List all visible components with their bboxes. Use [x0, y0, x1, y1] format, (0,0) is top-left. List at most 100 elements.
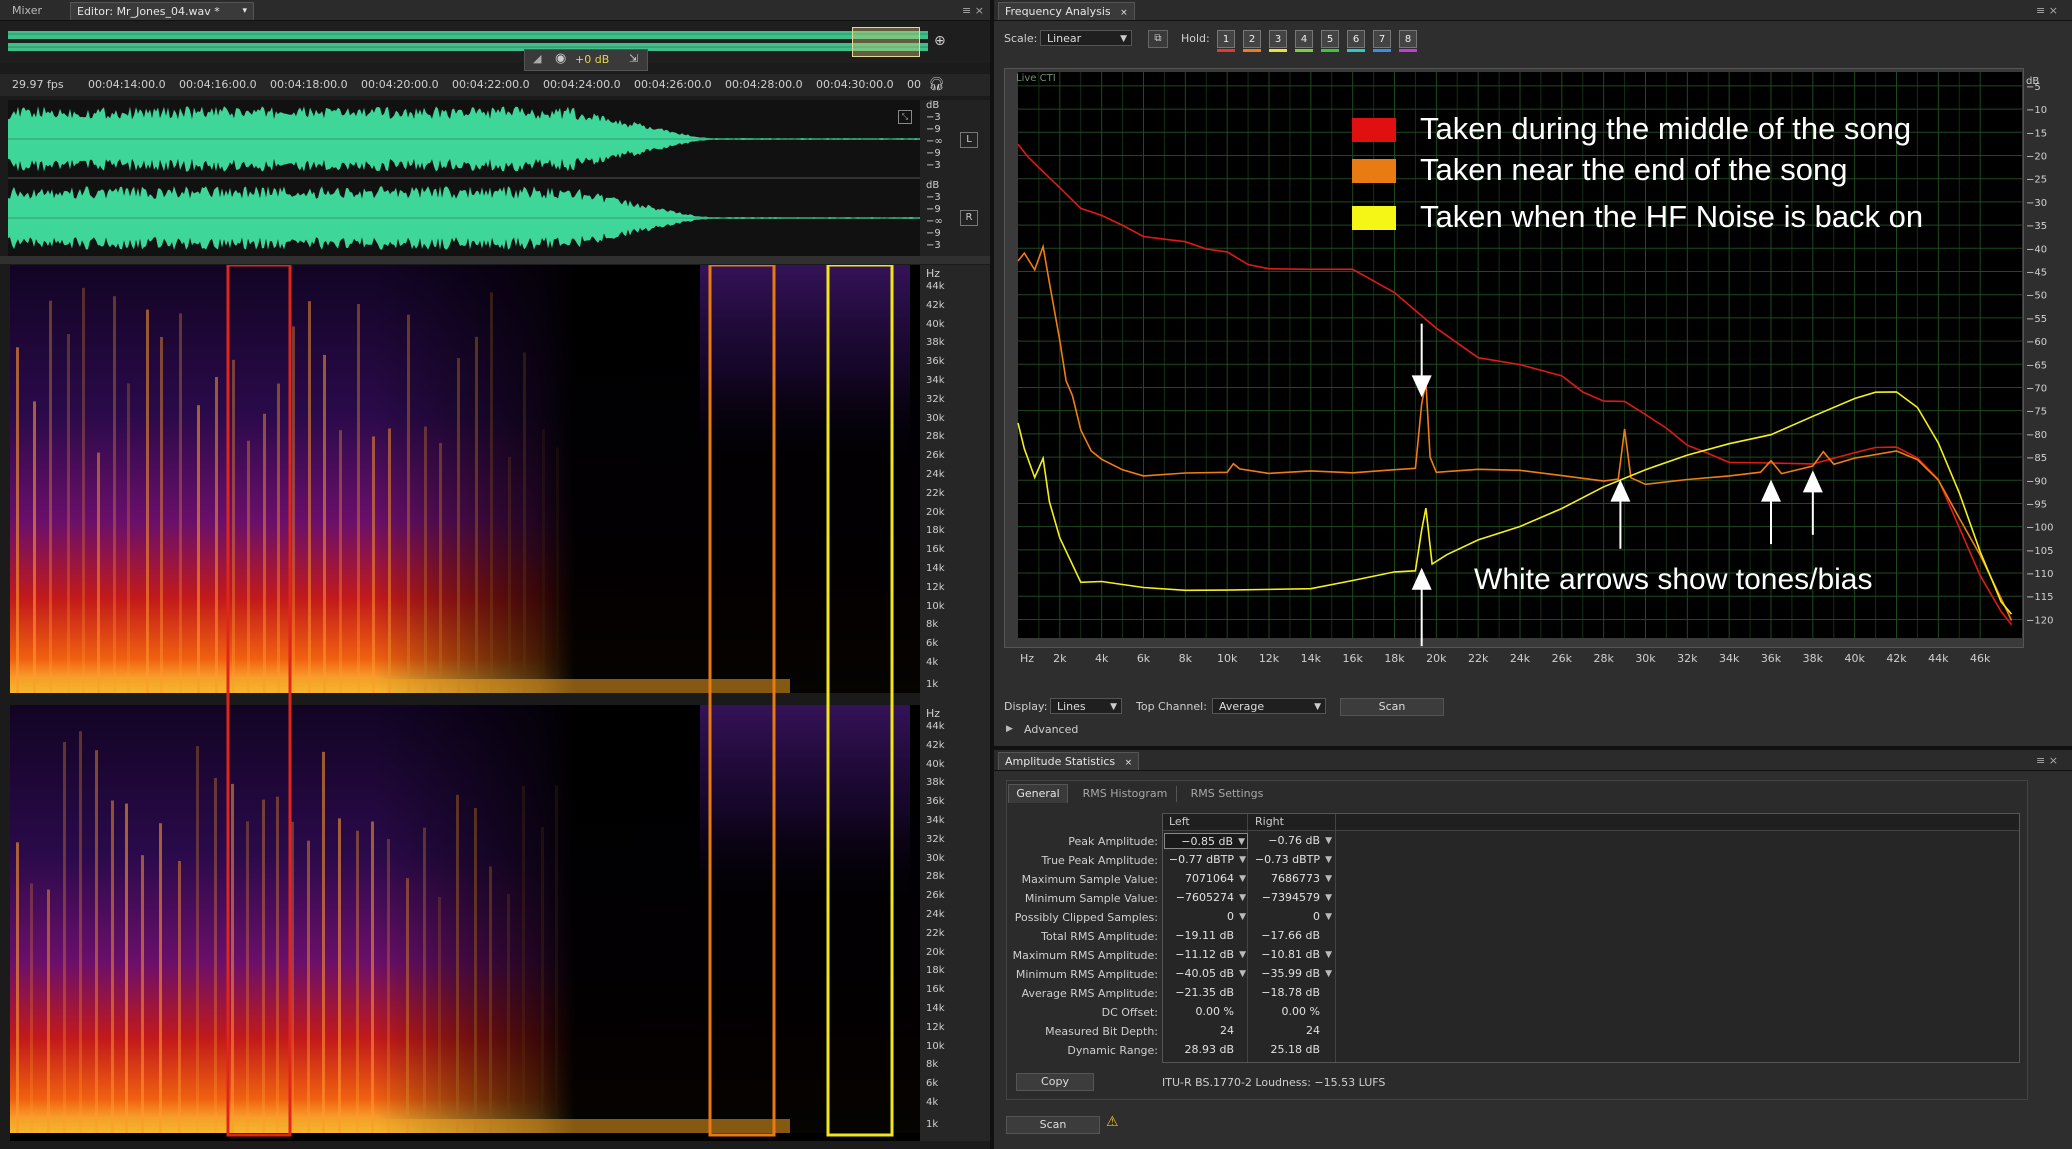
pin-marker-icon[interactable]: ▼ [1325, 833, 1332, 849]
pin-marker-icon[interactable]: ▼ [1239, 852, 1246, 868]
pin-marker-icon[interactable]: ▼ [1325, 947, 1332, 963]
spectrogram-area[interactable] [10, 263, 920, 1141]
display-dropdown[interactable]: Lines ▼ [1050, 698, 1122, 714]
fa-scan-button[interactable]: Scan [1340, 698, 1444, 716]
hz-tick: 4k [926, 1097, 939, 1108]
db-tick: −3 [926, 192, 941, 203]
gain-value[interactable]: +0 dB [575, 53, 609, 66]
hold-button-8[interactable]: 8 [1399, 30, 1417, 48]
subtab-rms-histogram[interactable]: RMS Histogram [1074, 786, 1177, 802]
db-tick: dB [926, 180, 940, 191]
gain-hud[interactable]: ◢ ◉ +0 dB ⇲ [524, 49, 648, 71]
hold-button-2[interactable]: 2 [1243, 30, 1261, 48]
close-icon[interactable]: × [1125, 758, 1133, 768]
pin-icon[interactable]: ⇲ [629, 52, 638, 65]
expand-icon[interactable]: ⤡ [898, 110, 912, 124]
tab-frequency-analysis[interactable]: Frequency Analysis × [998, 2, 1135, 20]
tab-editor[interactable]: Editor: Mr_Jones_04.wav * ▾ [70, 2, 254, 20]
stat-value-left[interactable]: −7605274 ▼ [1164, 890, 1248, 906]
as-scan-button[interactable]: Scan [1006, 1116, 1100, 1134]
chevron-down-icon[interactable]: ▾ [242, 3, 247, 20]
hold-button-6[interactable]: 6 [1347, 30, 1365, 48]
advanced-label[interactable]: Advanced [1024, 723, 1078, 736]
waveform-area[interactable] [8, 100, 920, 256]
hz-tick: 40k [926, 318, 945, 330]
timeline-tick: 00:04:30:00.0 [816, 78, 894, 91]
stat-value-left[interactable]: −0.77 dBTP ▼ [1164, 852, 1248, 868]
subtab-rms-settings[interactable]: RMS Settings [1182, 786, 1272, 802]
stat-value-left[interactable]: 0 ▼ [1164, 909, 1248, 925]
hold-button-7[interactable]: 7 [1373, 30, 1391, 48]
y-tick-label: −10 [2026, 105, 2047, 116]
hz-tick: 1k [926, 1119, 939, 1130]
hz-tick: 18k [926, 525, 945, 537]
legend-swatch-end [1352, 159, 1396, 183]
pin-marker-icon[interactable]: ▼ [1239, 909, 1246, 925]
stat-value-right[interactable]: −10.81 dB ▼ [1250, 947, 1334, 963]
stat-value-left[interactable]: −0.85 dB ▼ [1164, 833, 1248, 849]
copy-graph-icon[interactable]: ⧉ [1148, 30, 1168, 48]
hz-tick: 10k [926, 1040, 945, 1052]
waveform-db-ruler: dB −3 −9 −∞ −9 −3 dB −3 −9 −∞ −9 −3 [920, 100, 990, 256]
pin-marker-icon[interactable]: ▼ [1239, 871, 1246, 887]
stat-value-right[interactable]: 0 ▼ [1250, 909, 1334, 925]
close-icon[interactable]: × [1120, 8, 1128, 18]
warning-icon: ⚠ [1106, 1114, 1119, 1130]
pin-marker-icon[interactable]: ▼ [1239, 890, 1246, 906]
gain-knob-icon[interactable]: ◉ [555, 51, 566, 66]
y-tick-label: −110 [2026, 569, 2053, 580]
x-tick-label: 40k [1844, 652, 1865, 665]
stat-value-right: −18.78 dB [1250, 985, 1334, 1001]
hz-tick: 1k [926, 679, 939, 690]
fa-panel-menu-icon[interactable]: ≡ × [2036, 4, 2058, 17]
pin-marker-icon[interactable]: ▼ [1239, 966, 1246, 982]
zoom-nav-icon[interactable]: ⊕ [934, 33, 946, 49]
spectrogram-channel [10, 265, 920, 693]
tab-amplitude-statistics[interactable]: Amplitude Statistics × [998, 752, 1140, 770]
scale-dropdown[interactable]: Linear ▼ [1040, 30, 1132, 46]
hz-tick: 6k [926, 1078, 939, 1090]
stat-value-left[interactable]: −11.12 dB ▼ [1164, 947, 1248, 963]
hold-button-1[interactable]: 1 [1217, 30, 1235, 48]
hz-tick: 44k [926, 281, 945, 292]
stat-value-right[interactable]: −0.73 dBTP ▼ [1250, 852, 1334, 868]
stat-value-right[interactable]: 7686773 ▼ [1250, 871, 1334, 887]
overview-viewport[interactable] [852, 27, 920, 57]
channel-right-button[interactable]: R [960, 210, 978, 226]
stat-value-right[interactable]: −0.76 dB ▼ [1250, 833, 1334, 849]
channel-left-button[interactable]: L [960, 132, 978, 148]
hold-button-4[interactable]: 4 [1295, 30, 1313, 48]
pin-marker-icon[interactable]: ▼ [1325, 966, 1332, 982]
top-channel-dropdown[interactable]: Average ▼ [1212, 698, 1326, 714]
as-panel-menu-icon[interactable]: ≡ × [2036, 754, 2058, 767]
stat-value-text: −17.66 dB [1261, 929, 1320, 942]
advanced-expand-icon[interactable]: ▶ [1006, 724, 1013, 734]
copy-button[interactable]: Copy [1016, 1073, 1094, 1091]
panel-splitter[interactable] [0, 256, 990, 264]
stat-value-left[interactable]: −40.05 dB ▼ [1164, 966, 1248, 982]
pin-marker-icon[interactable]: ▼ [1325, 852, 1332, 868]
stat-value-left[interactable]: 7071064 ▼ [1164, 871, 1248, 887]
y-tick-label: −55 [2026, 314, 2047, 325]
y-tick-label: −60 [2026, 337, 2047, 348]
hz-tick: 12k [926, 1021, 945, 1033]
pin-marker-icon[interactable]: ▼ [1238, 834, 1245, 850]
pin-marker-icon[interactable]: ▼ [1325, 909, 1332, 925]
x-tick-label: 20k [1426, 652, 1447, 665]
stat-value-right[interactable]: −7394579 ▼ [1250, 890, 1334, 906]
hz-tick: 38k [926, 337, 945, 349]
headphones-icon[interactable]: 🎧︎ [928, 77, 945, 92]
stat-value-right[interactable]: −35.99 dB ▼ [1250, 966, 1334, 982]
tab-mixer[interactable]: Mixer [6, 2, 48, 19]
y-tick-label: −25 [2026, 175, 2047, 186]
pin-marker-icon[interactable]: ▼ [1325, 871, 1332, 887]
timeline-ruler[interactable]: 29.97 fps 00:04:14:00.0 00:04:16:00.0 00:0… [0, 74, 990, 96]
hold-button-5[interactable]: 5 [1321, 30, 1339, 48]
db-tick: −3 [926, 112, 941, 123]
overview-strip[interactable]: ⊕ [0, 21, 990, 63]
pin-marker-icon[interactable]: ▼ [1239, 947, 1246, 963]
hold-button-3[interactable]: 3 [1269, 30, 1287, 48]
subtab-general[interactable]: General [1008, 784, 1068, 803]
panel-menu-icon[interactable]: ≡ × [962, 4, 984, 17]
pin-marker-icon[interactable]: ▼ [1325, 890, 1332, 906]
